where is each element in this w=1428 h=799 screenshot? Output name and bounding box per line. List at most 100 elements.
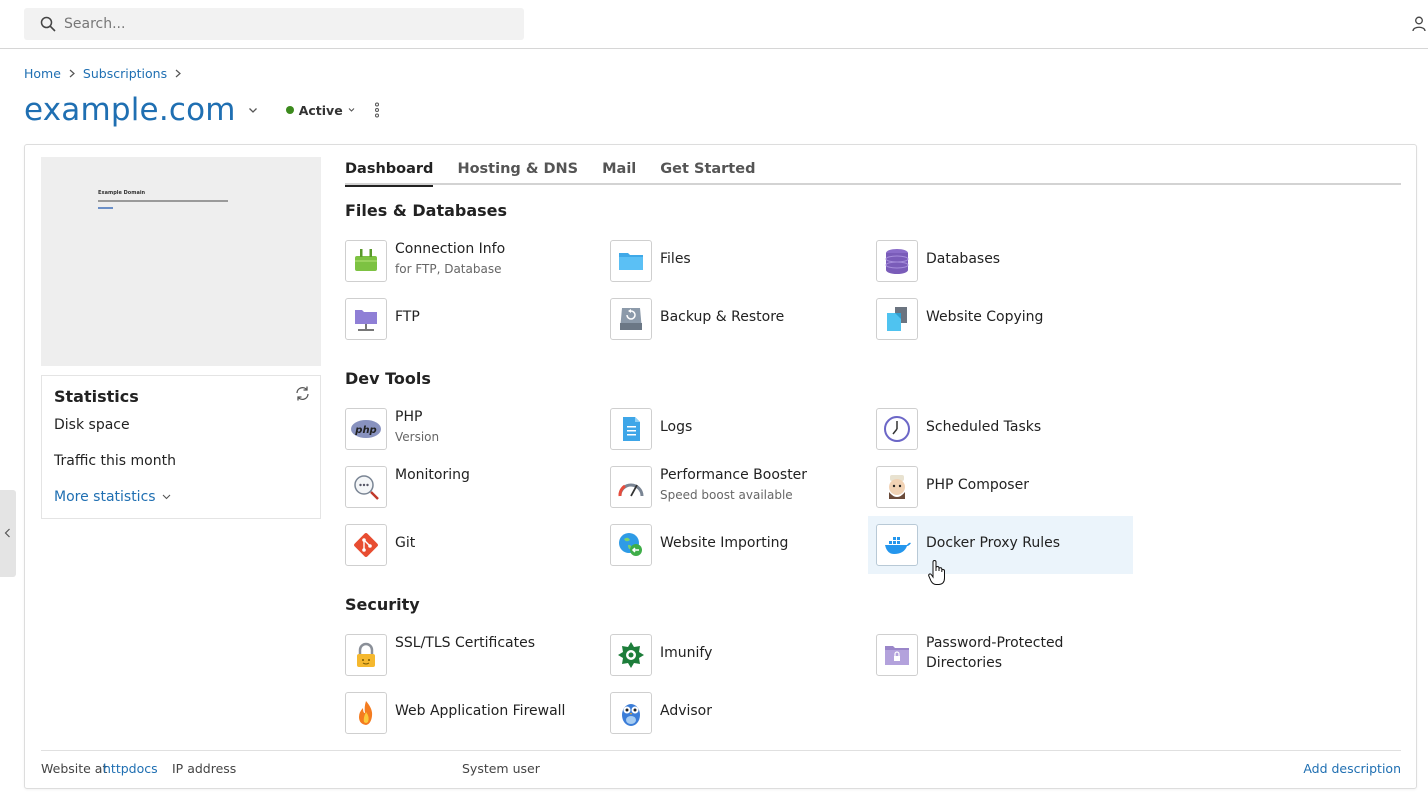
monitoring-magnifier-icon [345, 466, 387, 508]
tool-docker-proxy-rules[interactable]: Docker Proxy Rules [868, 516, 1133, 574]
tool-label: Scheduled Tasks [926, 419, 1042, 435]
tool-label: Backup & Restore [660, 309, 785, 325]
tool-label: Connection Info [395, 241, 506, 257]
hand-cursor-icon [928, 560, 945, 585]
httpdocs-link[interactable]: httpdocs [103, 761, 158, 776]
plug-icon [345, 240, 387, 282]
system-user-label: System user [462, 761, 540, 776]
ip-address-label: IP address [172, 761, 237, 776]
chevron-down-icon[interactable] [248, 105, 258, 115]
tool-files[interactable]: Files [610, 232, 875, 290]
folder-icon [610, 240, 652, 282]
tool-label: SSL/TLS Certificates [395, 635, 535, 651]
speedometer-icon [610, 466, 652, 508]
tool-web-application-firewall[interactable]: Web Application Firewall [345, 684, 610, 742]
section-security: Security [345, 595, 420, 614]
imunify-shield-icon [610, 634, 652, 676]
tool-scheduled-tasks[interactable]: Scheduled Tasks [876, 400, 1141, 458]
tool-label: Website Copying [926, 309, 1044, 325]
tool-backup-restore[interactable]: Backup & Restore [610, 290, 875, 348]
search-box[interactable] [24, 8, 524, 40]
clock-icon [876, 408, 918, 450]
advisor-owl-icon [610, 692, 652, 734]
more-statistics-label: More statistics [54, 489, 156, 505]
tab-get-started[interactable]: Get Started [660, 157, 755, 185]
tool-label: Advisor [660, 703, 713, 719]
composer-icon [876, 466, 918, 508]
copy-pages-icon [876, 298, 918, 340]
chevron-down-icon [162, 494, 170, 500]
tool-label: Website Importing [660, 535, 789, 551]
fire-icon [345, 692, 387, 734]
tool-website-importing[interactable]: Website Importing [610, 516, 875, 574]
tool-sublabel: Speed boost available [660, 488, 793, 502]
page-title[interactable]: example.com [24, 92, 236, 128]
preview-link-line [98, 207, 113, 209]
tool-password-protected-directories[interactable]: Password-Protected Directories [876, 626, 1141, 684]
chevron-left-icon [4, 528, 10, 538]
tool-ssl-certificates[interactable]: SSL/TLS Certificates [345, 626, 610, 684]
tool-label: Monitoring [395, 467, 470, 483]
tab-hosting-dns[interactable]: Hosting & DNS [457, 157, 578, 185]
more-actions-icon[interactable] [374, 102, 379, 118]
lock-icon [345, 634, 387, 676]
search-input[interactable] [64, 8, 504, 40]
tool-label: Files [660, 251, 691, 267]
tool-monitoring[interactable]: Monitoring [345, 458, 610, 516]
add-description-link[interactable]: Add description [1303, 761, 1401, 776]
tool-performance-booster[interactable]: Performance Booster Speed boost availabl… [610, 458, 875, 516]
tool-connection-info[interactable]: Connection Info for FTP, Database [345, 232, 610, 290]
user-icon[interactable] [1412, 16, 1426, 32]
docker-whale-icon [876, 524, 918, 566]
tool-php[interactable]: php PHP Version [345, 400, 610, 458]
tool-imunify[interactable]: Imunify [610, 626, 875, 684]
breadcrumb-subscriptions[interactable]: Subscriptions [83, 66, 167, 81]
tool-advisor[interactable]: Advisor [610, 684, 875, 742]
tool-label: PHP [395, 409, 423, 425]
tool-label: PHP Composer [926, 477, 1029, 493]
title-row: example.com Active [24, 88, 379, 132]
section-dev-tools: Dev Tools [345, 369, 431, 388]
tool-label: Performance Booster [660, 467, 808, 483]
refresh-icon[interactable] [294, 385, 311, 402]
status-dot-icon [285, 106, 294, 114]
breadcrumb-home[interactable]: Home [24, 66, 61, 81]
tab-dashboard[interactable]: Dashboard [345, 157, 434, 187]
preview-heading: Example Domain [98, 190, 146, 196]
tool-sublabel: for FTP, Database [395, 262, 502, 276]
tool-label: Docker Proxy Rules [926, 535, 1061, 551]
chevron-right-icon [69, 69, 75, 77]
tool-label: Imunify [660, 645, 713, 661]
tool-label: Databases [926, 251, 1001, 267]
subscription-card: Example Domain Statistics Disk space Tra… [24, 144, 1417, 789]
search-icon [40, 16, 56, 32]
section-files-databases: Files & Databases [345, 201, 508, 220]
tool-php-composer[interactable]: PHP Composer [876, 458, 1141, 516]
tool-databases[interactable]: Databases [876, 232, 1141, 290]
status-label: Active [298, 102, 343, 118]
tool-sublabel: Version [395, 430, 440, 444]
tool-logs[interactable]: Logs [610, 400, 875, 458]
statistics-panel: Statistics Disk space Traffic this month… [41, 375, 321, 519]
tool-label: Password-Protected [926, 635, 1064, 651]
tool-label: Logs [660, 419, 693, 435]
traffic-label: Traffic this month [54, 453, 176, 469]
statistics-title: Statistics [54, 387, 139, 406]
breadcrumb: Home Subscriptions [24, 64, 182, 82]
tool-label: FTP [395, 309, 420, 325]
database-icon [876, 240, 918, 282]
sidebar-collapse-handle[interactable] [0, 490, 16, 577]
website-preview[interactable]: Example Domain [41, 157, 321, 366]
tool-label-line2: Directories [926, 655, 1003, 671]
tool-git[interactable]: Git [345, 516, 610, 574]
tool-ftp[interactable]: FTP [345, 290, 610, 348]
tool-website-copying[interactable]: Website Copying [876, 290, 1141, 348]
disk-space-label: Disk space [54, 417, 130, 433]
preview-text-line [98, 200, 228, 202]
chevron-down-icon [348, 108, 355, 112]
locked-folder-icon [876, 634, 918, 676]
more-statistics-link[interactable]: More statistics [54, 489, 171, 505]
card-footer: Website at httpdocs IP address System us… [41, 750, 1401, 790]
status-badge[interactable]: Active [285, 102, 355, 118]
tab-mail[interactable]: Mail [602, 157, 636, 185]
